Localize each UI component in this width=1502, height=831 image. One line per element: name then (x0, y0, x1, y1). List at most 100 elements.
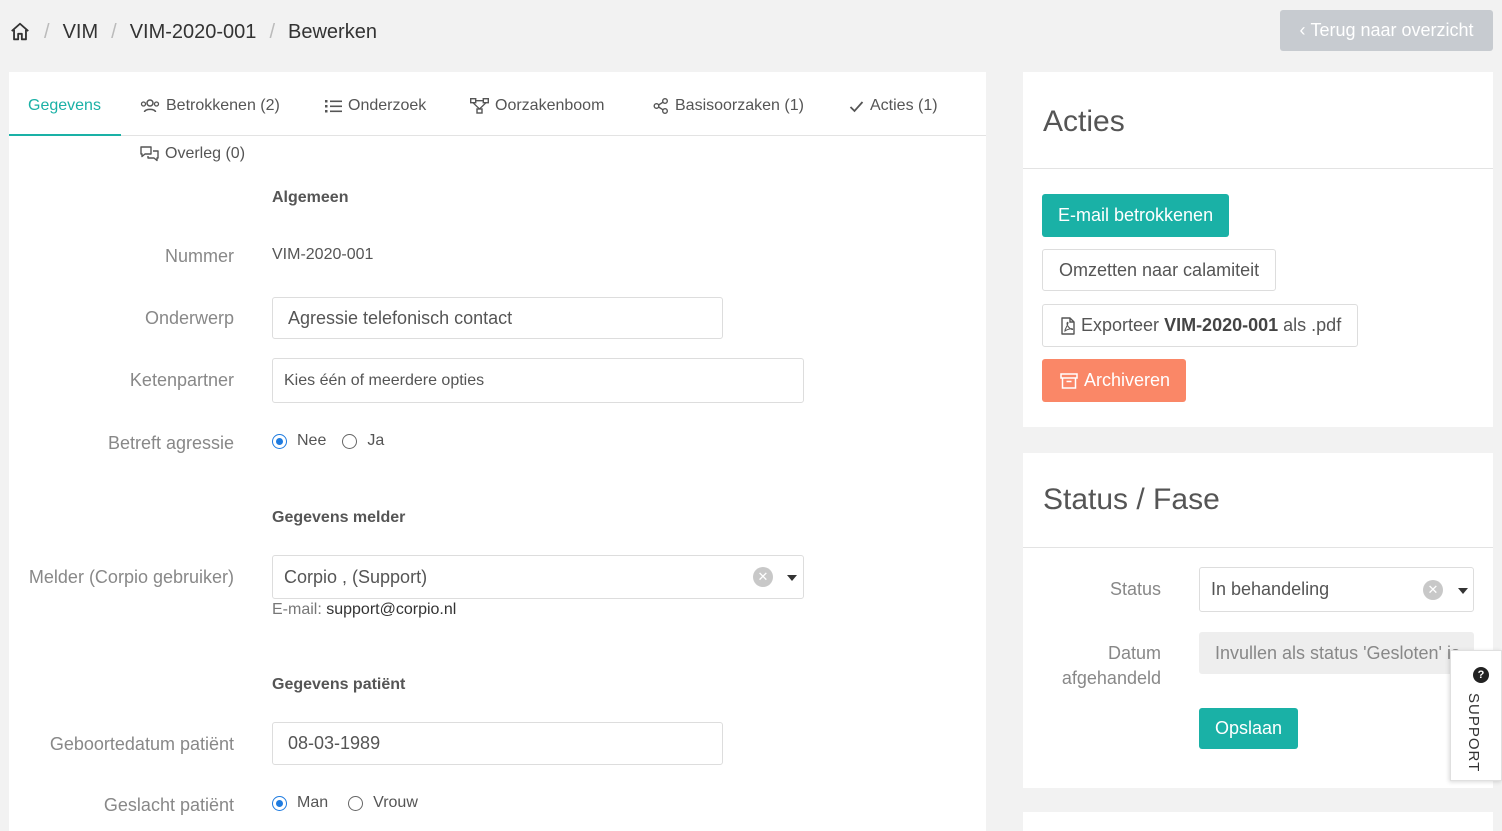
archiveren-button[interactable]: Archiveren (1042, 359, 1187, 402)
status-fase-card: Status / Fase Status In behandeling ✕ Da… (1023, 453, 1493, 788)
datum-afgehandeld-input[interactable]: Invullen als status 'Gesloten' is (1199, 632, 1474, 674)
geboortedatum-input-value: 08-03-1989 (288, 733, 381, 753)
breadcrumb-separator: / (269, 20, 275, 43)
caret-down-icon[interactable] (787, 575, 797, 581)
nummer-label: Nummer (164, 246, 234, 266)
tab-oorzakenboom[interactable]: Oorzakenboom (470, 94, 604, 118)
status-card-title: Status / Fase (1043, 483, 1220, 516)
geslacht-option-vrouw[interactable]: Vrouw (348, 794, 418, 812)
button-label: Archiveren (1084, 370, 1171, 390)
radio-label: Vrouw (373, 794, 418, 811)
share-icon (653, 98, 668, 114)
melder-email-label: E-mail: (272, 601, 322, 618)
button-label: Opslaan (1215, 718, 1283, 738)
geboortedatum-label: Geboortedatum patiënt (49, 734, 234, 754)
tree-icon (470, 98, 489, 114)
breadcrumb-item-vim[interactable]: VIM (63, 21, 99, 44)
check-icon (849, 100, 864, 112)
radio-label: Man (297, 794, 329, 811)
omzetten-calamiteit-button[interactable]: Omzetten naar calamiteit (1042, 249, 1277, 291)
users-icon (140, 99, 160, 113)
archive-icon (1060, 372, 1078, 389)
tab-onderzoek[interactable]: Onderzoek (325, 94, 426, 118)
button-label: Omzetten naar calamiteit (1059, 259, 1260, 280)
datum-label-line: afgehandeld (1061, 668, 1161, 688)
tab-overleg[interactable]: Overleg (0) (140, 145, 245, 163)
tab-acties[interactable]: Acties (1) (849, 94, 938, 118)
ketenpartner-label: Ketenpartner (129, 370, 234, 390)
export-pdf-button[interactable]: Exporteer VIM-2020-001 als .pdf (1042, 304, 1359, 347)
tab-label: Overleg (0) (165, 145, 246, 162)
tab-bar: Gegevens Betrokkenen (2) Onderzoek Oorza… (9, 72, 986, 136)
melder-select[interactable]: Corpio , (Support) ✕ (272, 555, 804, 599)
status-select[interactable]: In behandeling ✕ (1199, 567, 1474, 612)
email-betrokkenen-button[interactable]: E-mail betrokkenen (1042, 194, 1230, 237)
status-label: Status (1109, 579, 1161, 599)
next-card (1023, 812, 1493, 831)
radio-button[interactable] (342, 433, 358, 449)
caret-down-icon[interactable] (1458, 588, 1468, 594)
active-tab-indicator (9, 134, 121, 136)
support-tab[interactable]: ? SUPPORT (1450, 650, 1502, 781)
acties-card-title: Acties (1043, 105, 1125, 138)
comments-icon (140, 146, 159, 162)
tab-label: Onderzoek (348, 97, 427, 114)
question-circle-icon: ? (1473, 667, 1489, 683)
back-to-overview-button[interactable]: ‹ Terug naar overzicht (1280, 10, 1493, 51)
file-pdf-icon (1061, 316, 1075, 335)
tab-basisoorzaken[interactable]: Basisoorzaken (1) (653, 94, 804, 118)
home-icon[interactable] (9, 21, 31, 43)
main-card: Gegevens Betrokkenen (2) Onderzoek Oorza… (9, 72, 986, 831)
tab-betrokkenen[interactable]: Betrokkenen (2) (140, 94, 280, 118)
geslacht-option-man[interactable]: Man (272, 794, 328, 812)
radio-button-checked[interactable] (272, 795, 287, 811)
datum-afgehandeld-placeholder: Invullen als status 'Gesloten' is (1215, 642, 1460, 663)
export-label-prefix: Exporteer (1081, 315, 1160, 335)
onderwerp-input[interactable]: Agressie telefonisch contact (272, 297, 723, 339)
breadcrumb-item-case[interactable]: VIM-2020-001 (130, 21, 257, 44)
export-label-suffix: als .pdf (1283, 315, 1342, 335)
list-icon (325, 100, 342, 113)
betreft-agressie-label: Betreft agressie (107, 433, 234, 453)
tab-label: Basisoorzaken (1) (675, 97, 804, 114)
back-button-label: Terug naar overzicht (1310, 20, 1474, 40)
agressie-option-nee[interactable]: Nee (272, 432, 326, 450)
section-title-algemeen: Algemeen (272, 189, 349, 206)
button-label: E-mail betrokkenen (1058, 205, 1214, 225)
tab-gegevens[interactable]: Gegevens (28, 94, 101, 118)
melder-email-value: support@corpio.nl (326, 601, 457, 618)
agressie-radio-group: Nee Ja (272, 432, 400, 450)
status-select-value: In behandeling (1211, 579, 1330, 599)
tab-label: Betrokkenen (2) (166, 97, 280, 114)
geslacht-label: Geslacht patiënt (103, 795, 234, 815)
agressie-option-ja[interactable]: Ja (342, 432, 384, 450)
acties-card: Acties E-mail betrokkenen Omzetten naar … (1023, 72, 1493, 427)
section-title-melder: Gegevens melder (272, 509, 406, 526)
card-divider (1023, 168, 1493, 169)
geboortedatum-input[interactable]: 08-03-1989 (272, 722, 723, 765)
onderwerp-input-value: Agressie telefonisch contact (288, 307, 513, 328)
chevron-left-icon: ‹ (1299, 20, 1306, 40)
breadcrumb-separator: / (111, 20, 117, 43)
clear-selection-icon[interactable]: ✕ (753, 567, 773, 587)
tab-label: Gegevens (28, 97, 101, 114)
radio-button-checked[interactable] (272, 433, 287, 449)
export-label-number: VIM-2020-001 (1164, 315, 1279, 335)
opslaan-button[interactable]: Opslaan (1199, 708, 1299, 749)
breadcrumb: / VIM / VIM-2020-001 / Bewerken (9, 18, 377, 46)
support-label: SUPPORT (1465, 693, 1482, 773)
breadcrumb-item-current: Bewerken (288, 20, 377, 43)
section-title-patient: Gegevens patiënt (272, 676, 406, 693)
radio-label: Nee (297, 432, 327, 449)
onderwerp-label: Onderwerp (144, 308, 234, 328)
datum-afgehandeld-label: Datum afgehandeld (1062, 641, 1161, 691)
breadcrumb-separator: / (44, 20, 50, 43)
nummer-value: VIM-2020-001 (272, 246, 374, 263)
tab-label: Oorzakenboom (495, 97, 605, 114)
ketenpartner-multiselect[interactable]: Kies één of meerdere opties (272, 358, 804, 403)
radio-button[interactable] (348, 795, 364, 811)
card-divider (1023, 547, 1493, 548)
radio-label: Ja (367, 432, 385, 449)
clear-selection-icon[interactable]: ✕ (1423, 580, 1443, 600)
melder-email: E-mail: support@corpio.nl (272, 601, 456, 619)
